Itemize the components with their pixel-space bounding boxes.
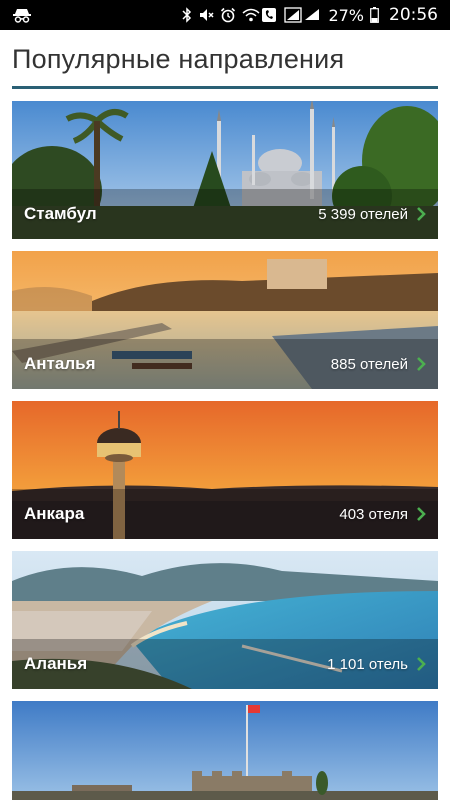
city-name: Анталья <box>24 354 96 373</box>
destination-card-antalya[interactable]: Анталья 885 отелей <box>12 251 438 389</box>
destination-card-istanbul[interactable]: Стамбул 5 399 отелей <box>12 101 438 239</box>
signal-icon <box>284 7 322 23</box>
hotel-count: 1 101 отель <box>327 655 408 673</box>
destination-card-alanya[interactable]: Аланья 1 101 отель <box>12 551 438 689</box>
chevron-right-icon <box>416 656 426 672</box>
city-name: Анкара <box>24 504 85 523</box>
alarm-icon <box>220 7 236 23</box>
battery-icon <box>370 7 379 23</box>
destination-card-ankara[interactable]: Анкара 403 отеля <box>12 401 438 539</box>
bluetooth-icon <box>182 7 192 23</box>
city-name: Стамбул <box>24 204 97 223</box>
card-caption-bar: Анталья 885 отелей <box>12 339 438 389</box>
status-bar: 27% 20:56 <box>0 0 450 30</box>
city-name: Аланья <box>24 654 88 673</box>
clock: 20:56 <box>389 5 438 25</box>
fortress-photo <box>12 701 438 800</box>
destination-card-partial[interactable] <box>12 701 438 800</box>
chevron-right-icon <box>416 506 426 522</box>
chevron-right-icon <box>416 356 426 372</box>
card-caption-bar: Анкара 403 отеля <box>12 489 438 539</box>
hotel-count: 403 отеля <box>339 505 408 523</box>
wifi-call-icon <box>242 7 278 23</box>
title-divider <box>12 86 438 89</box>
card-caption-bar: Аланья 1 101 отель <box>12 639 438 689</box>
page-title: Популярные направления <box>12 44 345 74</box>
hotel-count: 5 399 отелей <box>318 205 408 223</box>
battery-percent: 27% <box>328 5 364 25</box>
mute-icon <box>198 7 214 23</box>
card-caption-bar: Стамбул 5 399 отелей <box>12 189 438 239</box>
hotel-count: 885 отелей <box>330 355 408 373</box>
chevron-right-icon <box>416 206 426 222</box>
incognito-icon <box>12 7 32 23</box>
